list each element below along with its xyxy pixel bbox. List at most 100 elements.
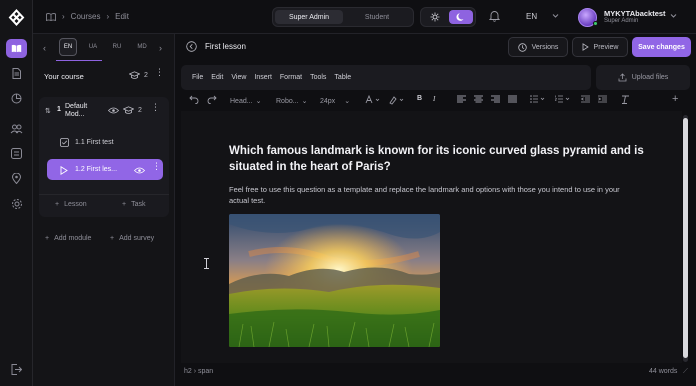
preview-label: Preview: [593, 43, 619, 51]
document-icon[interactable]: [6, 64, 27, 83]
role-super-admin-tab[interactable]: Super Admin: [275, 10, 343, 24]
play-icon: [60, 166, 68, 175]
lang-tab-ru[interactable]: RU: [108, 38, 126, 56]
lang-tab-ua[interactable]: UA: [84, 38, 102, 56]
breadcrumb-courses-link[interactable]: Courses: [71, 12, 101, 21]
analytics-icon[interactable]: [6, 89, 27, 108]
lesson-more-icon[interactable]: ⋮: [152, 162, 161, 171]
online-status-dot: [593, 21, 598, 26]
breadcrumb-edit: Edit: [115, 12, 129, 21]
question-description[interactable]: Feel free to use this question as a temp…: [229, 184, 629, 206]
text-cursor-icon: [203, 258, 210, 269]
user-name: MYKYTAbacktest: [604, 9, 666, 18]
landscape-sunset-image[interactable]: [229, 214, 440, 347]
align-right-icon[interactable]: [491, 95, 500, 103]
highlight-color-icon[interactable]: [389, 95, 405, 105]
text-color-icon[interactable]: [365, 95, 381, 105]
drag-handle-icon[interactable]: ⇅: [45, 107, 51, 115]
plus-icon: +: [45, 235, 50, 242]
align-left-icon[interactable]: [457, 95, 466, 103]
chevron-right-icon: ›: [106, 12, 110, 21]
lang-tab-en[interactable]: EN: [59, 38, 77, 56]
graduation-cap-icon: [129, 71, 140, 80]
course-more-icon[interactable]: ⋮: [155, 68, 164, 77]
role-student-tab[interactable]: Student: [343, 10, 411, 24]
history-icon: [517, 42, 527, 52]
chevron-down-icon[interactable]: [552, 12, 559, 19]
module-lesson-count: 2: [138, 107, 142, 114]
add-task-label: Task: [131, 201, 146, 208]
role-switch: Super Admin Student: [272, 7, 414, 27]
menu-table[interactable]: Table: [334, 74, 351, 81]
versions-button[interactable]: Versions: [508, 37, 568, 57]
bold-icon[interactable]: B: [417, 95, 422, 102]
location-pin-icon[interactable]: [6, 169, 27, 188]
settings-gear-icon[interactable]: [6, 194, 27, 213]
bullet-list-icon[interactable]: [530, 95, 546, 103]
checkbox-icon: [60, 138, 69, 147]
heading-select[interactable]: Head... ⌄: [230, 97, 261, 106]
theme-switch: [420, 7, 476, 27]
plus-icon: +: [55, 201, 60, 208]
menu-file[interactable]: File: [192, 74, 203, 81]
add-task-button[interactable]: + Task: [122, 201, 146, 208]
versions-label: Versions: [531, 43, 559, 51]
clear-formatting-icon[interactable]: [621, 95, 630, 104]
lesson-visibility-eye-icon[interactable]: [134, 167, 145, 174]
redo-icon[interactable]: [207, 95, 217, 104]
play-icon: [582, 43, 589, 51]
course-count: 2: [144, 72, 148, 79]
module-visibility-eye-icon[interactable]: [108, 107, 119, 114]
add-survey-button[interactable]: + Add survey: [110, 235, 154, 242]
font-select[interactable]: Robo... ⌄: [276, 97, 308, 106]
element-path: h2 › span: [184, 368, 214, 375]
module-title[interactable]: Default Mod...: [65, 103, 105, 119]
menu-edit[interactable]: Edit: [211, 74, 223, 81]
more-tools-plus-icon[interactable]: +: [672, 93, 678, 105]
light-theme-sun-icon[interactable]: [423, 10, 447, 24]
upload-files-label: Upload files: [631, 74, 669, 81]
chevron-down-icon: ⌄: [301, 98, 308, 105]
language-select[interactable]: EN: [526, 12, 537, 21]
add-module-button[interactable]: + Add module: [45, 235, 91, 242]
add-lesson-button[interactable]: + Lesson: [55, 201, 87, 208]
preview-button[interactable]: Preview: [572, 37, 628, 57]
app-logo-icon[interactable]: [8, 9, 25, 26]
chevron-right-icon: ›: [62, 12, 65, 21]
next-language-chevron-icon[interactable]: ›: [159, 43, 162, 53]
lang-tab-md[interactable]: MD: [133, 38, 151, 56]
editor-scrollbar-thumb[interactable]: [683, 118, 688, 358]
outdent-icon[interactable]: [581, 95, 590, 103]
upload-files-button[interactable]: Upload files: [596, 65, 690, 90]
italic-icon[interactable]: I: [433, 95, 435, 103]
question-heading[interactable]: Which famous landmark is known for its i…: [229, 143, 649, 175]
logout-icon[interactable]: [6, 360, 27, 379]
menu-tools[interactable]: Tools: [310, 74, 326, 81]
menu-view[interactable]: View: [231, 74, 246, 81]
module-more-icon[interactable]: ⋮: [151, 103, 160, 112]
align-justify-icon[interactable]: [508, 95, 517, 103]
indent-icon[interactable]: [598, 95, 607, 103]
save-changes-button[interactable]: Save changes: [632, 37, 691, 57]
font-size-select[interactable]: 24px ⌄: [320, 97, 350, 106]
notification-bell-icon[interactable]: [489, 10, 500, 22]
upload-icon: [618, 73, 627, 82]
lesson-item-1-1[interactable]: 1.1 First test: [75, 139, 114, 146]
back-circle-icon[interactable]: [186, 41, 197, 52]
courses-book-icon[interactable]: [6, 39, 27, 58]
list-icon[interactable]: [6, 144, 27, 163]
breadcrumb: › Courses › Edit: [46, 12, 129, 21]
font-select-value: Robo...: [276, 97, 299, 105]
menu-format[interactable]: Format: [280, 74, 302, 81]
user-menu-chevron-icon[interactable]: [670, 12, 677, 19]
prev-language-chevron-icon[interactable]: ‹: [43, 43, 46, 53]
heading-select-value: Head...: [230, 97, 253, 105]
numbered-list-icon[interactable]: [555, 95, 571, 103]
users-icon[interactable]: [6, 119, 27, 138]
add-survey-label: Add survey: [119, 235, 155, 242]
menu-insert[interactable]: Insert: [254, 74, 272, 81]
resize-handle-icon[interactable]: ⟋: [683, 368, 688, 376]
align-center-icon[interactable]: [474, 95, 483, 103]
undo-icon[interactable]: [189, 95, 199, 104]
dark-theme-moon-icon[interactable]: [449, 10, 473, 24]
